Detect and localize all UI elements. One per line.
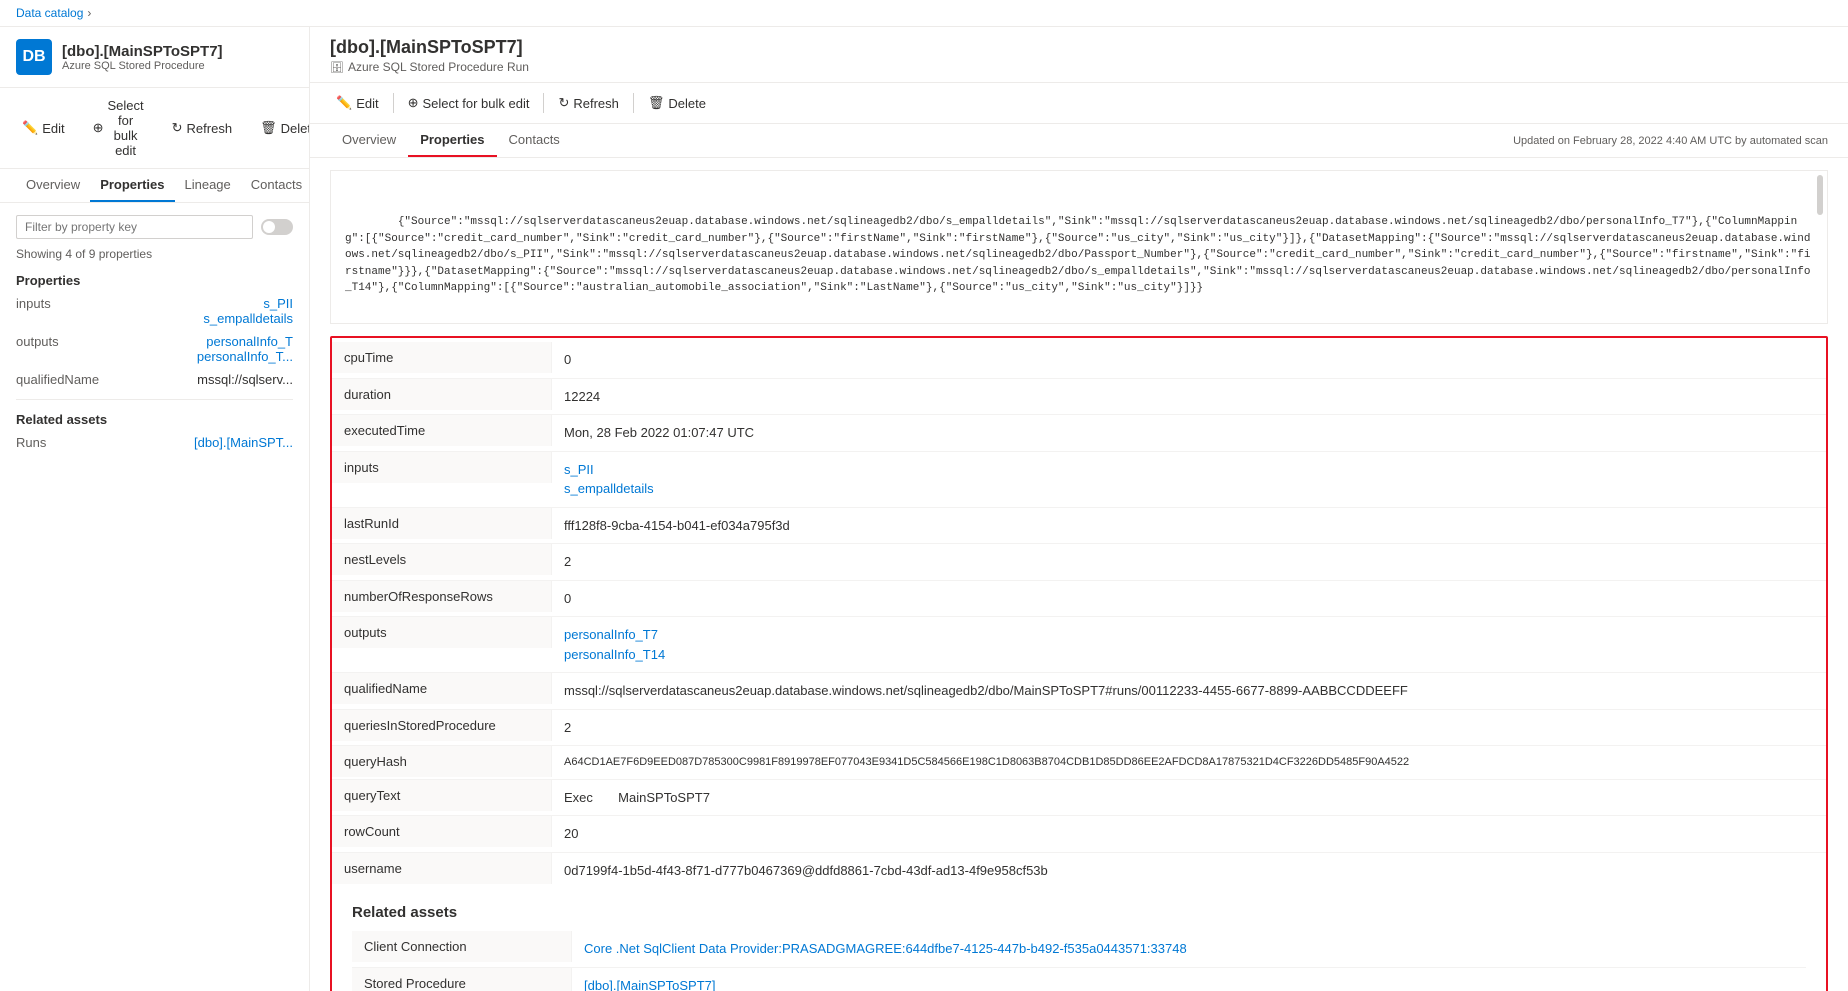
related-assets-section: Related assets Client Connection Core .N… [352, 904, 1806, 991]
filter-row [16, 215, 293, 239]
right-edit-icon: ✏️ [336, 95, 352, 111]
right-delete-button[interactable]: 🗑 Delete [642, 91, 712, 115]
prop-row-rowCount: rowCount 20 [332, 816, 1826, 853]
delete-icon: 🗑 [260, 120, 277, 136]
section-divider [16, 399, 293, 400]
outputs-link-right-1[interactable]: personalInfo_T7 [564, 625, 1814, 645]
left-content: Showing 4 of 9 properties Properties inp… [0, 203, 309, 991]
prop-row-duration: duration 12224 [332, 379, 1826, 416]
right-divider-3 [633, 93, 634, 113]
left-toolbar: ✏️ Edit ⊕ Select for bulk edit ↻ Refresh… [0, 88, 309, 169]
prop-row-outputs: outputs personalInfo_T personalInfo_T... [16, 334, 293, 364]
properties-table: cpuTime 0 duration 12224 executedTime Mo… [332, 342, 1826, 888]
prop-label-runs: Runs [16, 435, 106, 450]
prop-row-outputs-right: outputs personalInfo_T7 personalInfo_T14 [332, 617, 1826, 673]
outputs-link-right-2[interactable]: personalInfo_T14 [564, 645, 1814, 665]
outputs-link-1[interactable]: personalInfo_T [206, 334, 293, 349]
right-divider-2 [543, 93, 544, 113]
prop-label-qualified: qualifiedName [16, 372, 106, 387]
tab-properties-left[interactable]: Properties [90, 169, 174, 202]
breadcrumb-chevron: › [87, 6, 91, 20]
right-header: [dbo].[MainSPToSPT7] 🗄 Azure SQL Stored … [310, 27, 1848, 83]
prop-value-runs: [dbo].[MainSPT... [194, 435, 293, 450]
filter-input[interactable] [16, 215, 253, 239]
refresh-icon: ↻ [172, 120, 183, 136]
prop-row-inputs-right: inputs s_PII s_empalldetails [332, 452, 1826, 508]
related-assets-section-title: Related assets [16, 412, 293, 427]
right-delete-icon: 🗑 [648, 95, 665, 111]
client-connection-link[interactable]: Core .Net SqlClient Data Provider:PRASAD… [584, 939, 1794, 959]
prop-row-inputs: inputs s_PII s_empalldetails [16, 296, 293, 326]
inputs-link-2[interactable]: s_empalldetails [203, 311, 293, 326]
asset-title-block: [dbo].[MainSPToSPT7] Azure SQL Stored Pr… [62, 43, 223, 72]
prop-row-stored-procedure: Stored Procedure [dbo].[MainSPToSPT7] [352, 968, 1806, 991]
outputs-link-2[interactable]: personalInfo_T... [197, 349, 293, 364]
prop-row-qualified: qualifiedName mssql://sqlserv... [16, 372, 293, 387]
right-title: [dbo].[MainSPToSPT7] [330, 37, 1828, 58]
left-panel: DB [dbo].[MainSPToSPT7] Azure SQL Stored… [0, 27, 310, 991]
inputs-link-right-2[interactable]: s_empalldetails [564, 479, 1814, 499]
left-refresh-button[interactable]: ↻ Refresh [166, 116, 238, 140]
edit-icon: ✏️ [22, 120, 38, 136]
left-edit-button[interactable]: ✏️ Edit [16, 116, 71, 140]
right-bulk-edit-button[interactable]: ⊕ Select for bulk edit [402, 91, 536, 115]
showing-text: Showing 4 of 9 properties [16, 247, 293, 261]
prop-row-nestLevels: nestLevels 2 [332, 544, 1826, 581]
prop-row-numberOfResponseRows: numberOfResponseRows 0 [332, 581, 1826, 618]
prop-row-username: username 0d7199f4-1b5d-4f43-8f71-d777b04… [332, 853, 1826, 889]
right-refresh-icon: ↻ [558, 95, 569, 111]
asset-subtitle: Azure SQL Stored Procedure [62, 60, 223, 72]
prop-row-qualifiedName-right: qualifiedName mssql://sqlserverdatascane… [332, 673, 1826, 710]
inputs-link-right-1[interactable]: s_PII [564, 460, 1814, 480]
stored-procedure-link[interactable]: [dbo].[MainSPToSPT7] [584, 976, 1794, 991]
prop-value-outputs: personalInfo_T personalInfo_T... [197, 334, 293, 364]
prop-row-lastRunId: lastRunId fff128f8-9cba-4154-b041-ef034a… [332, 508, 1826, 545]
asset-header: DB [dbo].[MainSPToSPT7] Azure SQL Stored… [0, 27, 309, 88]
prop-row-client-connection: Client Connection Core .Net SqlClient Da… [352, 931, 1806, 968]
right-toolbar: ✏️ Edit ⊕ Select for bulk edit ↻ Refresh… [310, 83, 1848, 124]
prop-row-executedTime: executedTime Mon, 28 Feb 2022 01:07:47 U… [332, 415, 1826, 452]
plus-circle-icon: ⊕ [93, 120, 104, 136]
prop-label-inputs: inputs [16, 296, 106, 311]
prop-value-qualified: mssql://sqlserv... [197, 372, 293, 387]
prop-row-queryHash: queryHash A64CD1AE7F6D9EED087D785300C998… [332, 746, 1826, 780]
prop-row-cpuTime: cpuTime 0 [332, 342, 1826, 379]
tab-contacts-right[interactable]: Contacts [497, 124, 572, 157]
prop-value-inputs: s_PII s_empalldetails [203, 296, 293, 326]
tab-properties-right[interactable]: Properties [408, 124, 496, 157]
asset-icon: DB [16, 39, 52, 75]
json-preview: {"Source":"mssql://sqlserverdatascaneus2… [330, 170, 1828, 324]
prop-label-outputs: outputs [16, 334, 106, 349]
right-subtitle: 🗄 Azure SQL Stored Procedure Run [330, 60, 1828, 74]
runs-link[interactable]: [dbo].[MainSPT... [194, 435, 293, 450]
right-tabs: Overview Properties Contacts Updated on … [310, 124, 1848, 158]
right-edit-button[interactable]: ✏️ Edit [330, 91, 385, 115]
breadcrumb: Data catalog › [0, 0, 1848, 27]
properties-bordered-section: cpuTime 0 duration 12224 executedTime Mo… [330, 336, 1828, 991]
breadcrumb-link[interactable]: Data catalog [16, 6, 83, 20]
tab-overview-right[interactable]: Overview [330, 124, 408, 157]
right-refresh-button[interactable]: ↻ Refresh [552, 91, 624, 115]
right-content: {"Source":"mssql://sqlserverdatascaneus2… [310, 158, 1848, 991]
related-assets-title: Related assets [352, 904, 1806, 921]
right-divider-1 [393, 93, 394, 113]
tab-overview-left[interactable]: Overview [16, 169, 90, 202]
toggle-switch[interactable] [261, 219, 293, 235]
tab-contacts-left[interactable]: Contacts [241, 169, 310, 202]
properties-section-title: Properties [16, 273, 293, 288]
db-icon: 🗄 [330, 61, 344, 74]
left-tabs: Overview Properties Lineage Contacts Re.… [0, 169, 309, 203]
tab-lineage-left[interactable]: Lineage [175, 169, 241, 202]
scroll-indicator [1817, 175, 1823, 215]
prop-row-queryText: queryText Exec MainSPToSPT7 [332, 780, 1826, 817]
prop-row-queriesInStoredProcedure: queriesInStoredProcedure 2 [332, 710, 1826, 747]
left-bulk-edit-button[interactable]: ⊕ Select for bulk edit [87, 94, 150, 162]
inputs-link-1[interactable]: s_PII [263, 296, 293, 311]
asset-title: [dbo].[MainSPToSPT7] [62, 43, 223, 60]
prop-row-runs: Runs [dbo].[MainSPT... [16, 435, 293, 450]
left-delete-button[interactable]: 🗑 Delete [254, 116, 310, 140]
updated-text: Updated on February 28, 2022 4:40 AM UTC… [1513, 135, 1828, 147]
right-panel: [dbo].[MainSPToSPT7] 🗄 Azure SQL Stored … [310, 27, 1848, 991]
right-plus-icon: ⊕ [408, 95, 419, 111]
